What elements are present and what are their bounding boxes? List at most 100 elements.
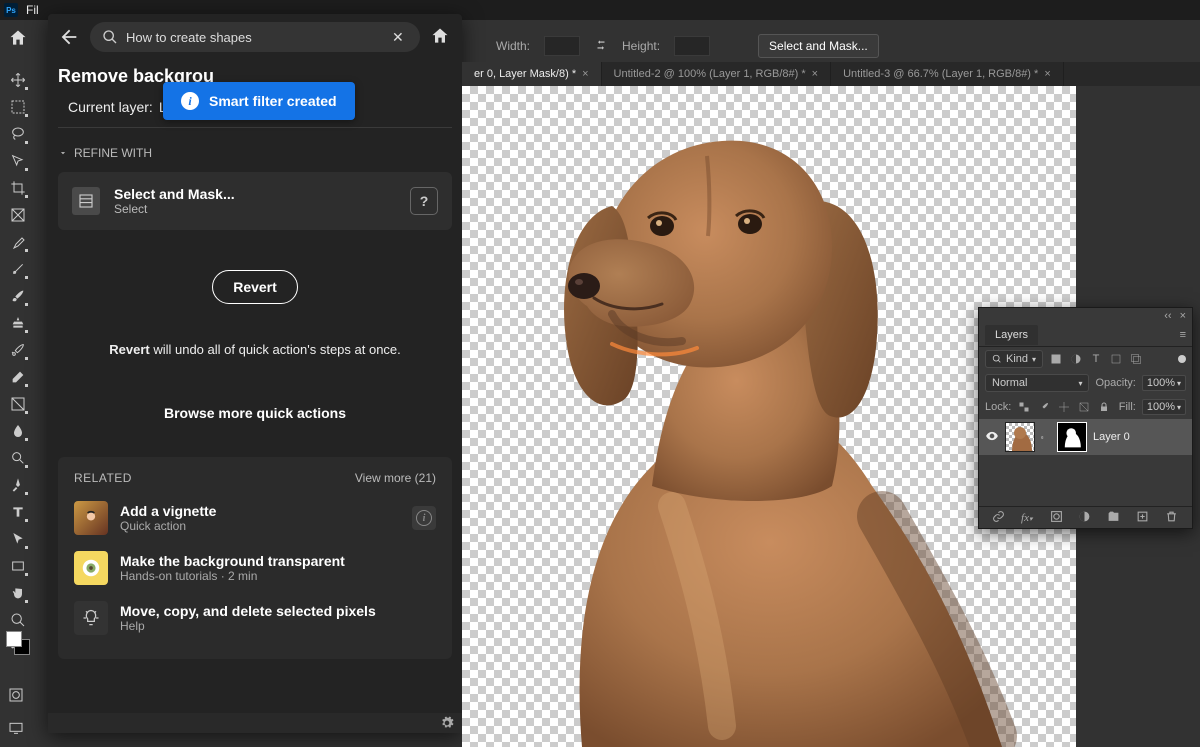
related-section: RELATED View more (21) Add a vignette Qu… <box>58 457 452 659</box>
eyedropper-tool-icon[interactable] <box>6 230 30 254</box>
home-icon[interactable] <box>6 26 30 50</box>
move-tool-icon[interactable] <box>6 68 30 92</box>
rectangle-tool-icon[interactable] <box>6 554 30 578</box>
visibility-eye-icon[interactable] <box>985 429 999 446</box>
lock-artboard-icon[interactable] <box>1077 400 1091 414</box>
healing-brush-tool-icon[interactable] <box>6 257 30 281</box>
filter-type-icon[interactable]: T <box>1089 352 1103 366</box>
lock-all-icon[interactable] <box>1097 400 1111 414</box>
blend-mode-select[interactable]: Normal ▾ <box>985 374 1089 392</box>
lock-pixels-icon[interactable] <box>1037 400 1051 414</box>
panel-menu-icon[interactable]: ≡ <box>1180 329 1186 341</box>
quick-mask-icon[interactable] <box>4 683 28 707</box>
swap-dimensions-icon[interactable] <box>594 38 608 55</box>
layer-name[interactable]: Layer 0 <box>1093 431 1130 443</box>
adjustment-layer-icon[interactable] <box>1078 510 1092 526</box>
path-select-tool-icon[interactable] <box>6 527 30 551</box>
lock-position-icon[interactable] <box>1057 400 1071 414</box>
screen-mode-icon[interactable] <box>4 716 28 740</box>
related-item-move-copy[interactable]: Move, copy, and delete selected pixels H… <box>74 601 436 635</box>
fill-field[interactable]: 100%▾ <box>1142 399 1186 415</box>
layers-tab[interactable]: Layers <box>985 325 1038 345</box>
toast-label: Smart filter created <box>209 93 337 109</box>
related-title: Make the background transparent <box>120 553 436 569</box>
color-swatches[interactable] <box>6 631 30 655</box>
transparent-bg-thumb-icon <box>74 551 108 585</box>
delete-layer-icon[interactable] <box>1165 510 1179 526</box>
search-input[interactable] <box>126 30 384 45</box>
tools-palette <box>0 20 36 662</box>
marquee-tool-icon[interactable] <box>6 95 30 119</box>
revert-button[interactable]: Revert <box>212 270 298 304</box>
related-item-vignette[interactable]: Add a vignette Quick action i <box>74 501 436 535</box>
panel-home-icon[interactable] <box>430 26 452 48</box>
layer-mask-thumb[interactable] <box>1057 422 1087 452</box>
hand-tool-icon[interactable] <box>6 581 30 605</box>
add-mask-icon[interactable] <box>1050 510 1064 526</box>
refine-with-header[interactable]: REFINE WITH <box>58 128 452 172</box>
layer-row[interactable]: ⬞ Layer 0 <box>979 419 1192 455</box>
blur-tool-icon[interactable] <box>6 419 30 443</box>
info-badge-icon[interactable]: i <box>412 506 436 530</box>
lock-transparency-icon[interactable] <box>1017 400 1031 414</box>
link-layers-icon[interactable] <box>992 510 1006 526</box>
gear-icon[interactable] <box>440 716 454 730</box>
filter-shape-icon[interactable] <box>1109 352 1123 366</box>
crop-tool-icon[interactable] <box>6 176 30 200</box>
collapse-icon[interactable]: ‹‹ <box>1164 310 1171 322</box>
browse-more-link[interactable]: Browse more quick actions <box>58 381 452 451</box>
history-brush-tool-icon[interactable] <box>6 338 30 362</box>
menu-file[interactable]: Fil <box>26 3 39 17</box>
filter-pixel-icon[interactable] <box>1049 352 1063 366</box>
close-icon[interactable]: × <box>1044 68 1050 80</box>
clear-search-icon[interactable]: ✕ <box>392 29 408 46</box>
related-sub: Hands-on tutorials · 2 min <box>120 569 436 583</box>
opacity-field[interactable]: 100%▾ <box>1142 375 1186 391</box>
zoom-tool-icon[interactable] <box>6 608 30 632</box>
brush-tool-icon[interactable] <box>6 284 30 308</box>
select-and-mask-button[interactable]: Select and Mask... <box>758 34 879 58</box>
foreground-color-swatch[interactable] <box>6 631 22 647</box>
related-item-transparent-bg[interactable]: Make the background transparent Hands-on… <box>74 551 436 585</box>
frame-tool-icon[interactable] <box>6 203 30 227</box>
layers-footer: fx▾ <box>979 506 1192 528</box>
close-icon[interactable]: × <box>812 68 818 80</box>
related-label: RELATED <box>74 471 132 485</box>
filter-adjustment-icon[interactable] <box>1069 352 1083 366</box>
close-icon[interactable]: × <box>582 68 588 80</box>
width-field[interactable] <box>544 36 580 56</box>
help-icon[interactable]: ? <box>410 187 438 215</box>
related-sub: Quick action <box>120 519 400 533</box>
pen-tool-icon[interactable] <box>6 473 30 497</box>
back-icon[interactable] <box>58 26 80 48</box>
document-tab-1[interactable]: er 0, Layer Mask/8) * × <box>462 62 602 86</box>
lasso-tool-icon[interactable] <box>6 122 30 146</box>
new-layer-icon[interactable] <box>1136 510 1150 526</box>
tab-label: er 0, Layer Mask/8) * <box>474 68 576 80</box>
gradient-tool-icon[interactable] <box>6 392 30 416</box>
filter-smart-icon[interactable] <box>1129 352 1143 366</box>
eraser-tool-icon[interactable] <box>6 365 30 389</box>
mask-link-icon[interactable]: ⬞ <box>1041 432 1051 443</box>
smart-filter-toast: i Smart filter created <box>163 82 355 120</box>
width-label: Width: <box>496 39 530 53</box>
clone-stamp-tool-icon[interactable] <box>6 311 30 335</box>
filter-kind-select[interactable]: Kind ▾ <box>985 350 1043 368</box>
dodge-tool-icon[interactable] <box>6 446 30 470</box>
height-field[interactable] <box>674 36 710 56</box>
lock-label: Lock: <box>985 401 1011 413</box>
filter-toggle-icon[interactable] <box>1178 355 1186 363</box>
quick-select-tool-icon[interactable] <box>6 149 30 173</box>
view-more-link[interactable]: View more (21) <box>355 471 436 485</box>
layer-thumb[interactable] <box>1005 422 1035 452</box>
type-tool-icon[interactable] <box>6 500 30 524</box>
search-bar[interactable]: ✕ <box>90 22 420 52</box>
close-icon[interactable]: × <box>1180 310 1186 322</box>
document-tab-2[interactable]: Untitled-2 @ 100% (Layer 1, RGB/8#) * × <box>602 62 832 86</box>
group-icon[interactable] <box>1107 510 1121 526</box>
document-tabs-bar: er 0, Layer Mask/8) * × Untitled-2 @ 100… <box>462 62 1200 86</box>
layer-style-icon[interactable]: fx▾ <box>1021 512 1035 524</box>
document-tab-3[interactable]: Untitled-3 @ 66.7% (Layer 1, RGB/8#) * × <box>831 62 1064 86</box>
layers-window-controls: ‹‹ × <box>979 308 1192 323</box>
select-and-mask-card[interactable]: Select and Mask... Select ? <box>58 172 452 230</box>
